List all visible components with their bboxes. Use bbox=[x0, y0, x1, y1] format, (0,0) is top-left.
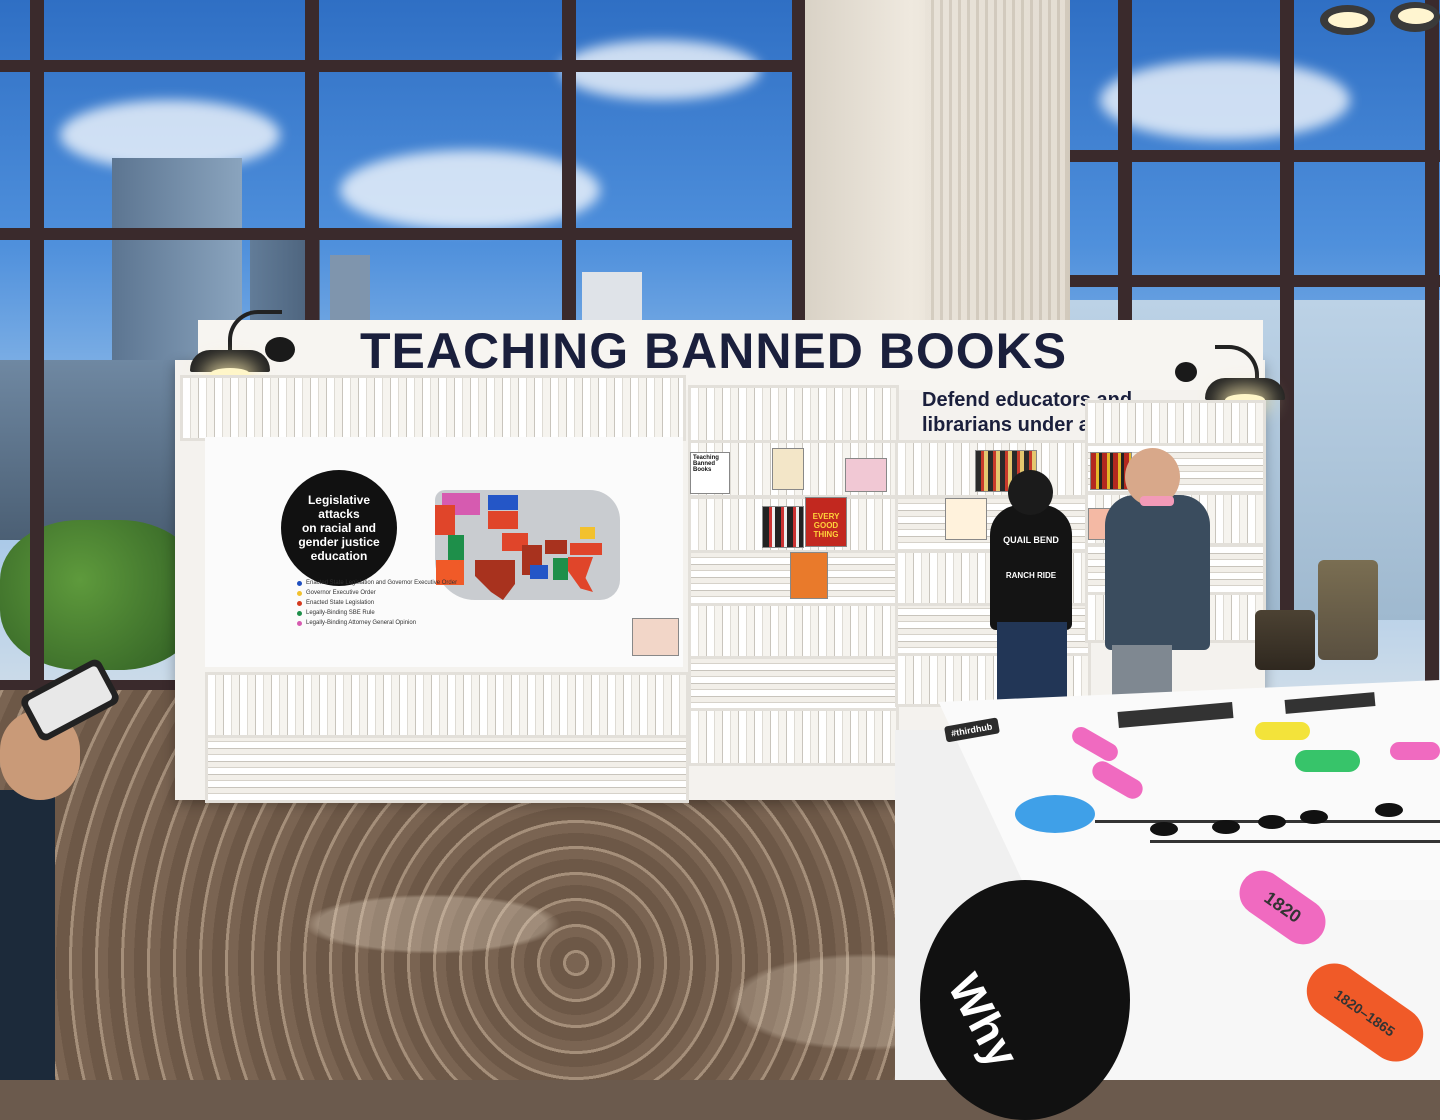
chair bbox=[1318, 560, 1378, 660]
shirt-text: RANCH RIDE bbox=[1005, 571, 1057, 580]
bookshelf-row bbox=[205, 672, 689, 740]
legend-label: Enacted State Legislation bbox=[306, 600, 375, 606]
foreground-sleeve bbox=[0, 790, 55, 1080]
book-spines bbox=[762, 506, 804, 548]
bookshelf-row bbox=[688, 385, 899, 443]
timeline-pill bbox=[1295, 750, 1360, 772]
legend-item: Enacted State Legislation bbox=[297, 600, 477, 606]
cloud bbox=[340, 150, 600, 230]
shelf-label-text: Teaching Banned Books bbox=[693, 455, 719, 473]
badge-text: education bbox=[310, 549, 368, 563]
timeline-bubble bbox=[1015, 795, 1095, 833]
legend-dot bbox=[297, 600, 302, 606]
window-frame bbox=[1425, 0, 1439, 700]
timeline-year: 1820 bbox=[1260, 887, 1305, 927]
book-cover bbox=[772, 448, 804, 490]
legend-item: Legally-Binding Attorney General Opinion bbox=[297, 620, 477, 626]
window-frame bbox=[0, 228, 810, 240]
legend-label: Legally-Binding Attorney General Opinion bbox=[306, 620, 417, 626]
state-blue bbox=[488, 495, 518, 510]
state-yellow bbox=[580, 527, 595, 539]
book-cover bbox=[632, 618, 679, 656]
legend-label: Governor Executive Order bbox=[306, 590, 376, 596]
legend-label: Legally-Binding SBE Rule bbox=[306, 610, 375, 616]
shirt-text: QUAIL BEND bbox=[1003, 535, 1059, 545]
state-red bbox=[435, 505, 455, 535]
person-woman-head bbox=[1008, 470, 1053, 515]
cloud bbox=[1100, 60, 1350, 140]
state-red bbox=[488, 511, 518, 529]
window-frame bbox=[30, 0, 44, 690]
state-green bbox=[448, 535, 464, 560]
timeline-node bbox=[1375, 803, 1403, 817]
ceiling-light bbox=[1320, 0, 1440, 40]
exhibit-title: TEACHING BANNED BOOKS bbox=[360, 323, 1068, 379]
legend-dot bbox=[297, 620, 302, 626]
bookshelf-row bbox=[205, 735, 689, 803]
legend-item: Legally-Binding SBE Rule bbox=[297, 610, 477, 616]
window-frame bbox=[1070, 150, 1440, 162]
person-man-shirt bbox=[1105, 495, 1210, 650]
badge-text: on racial and bbox=[301, 521, 376, 535]
bookshelf-row bbox=[688, 708, 899, 766]
lanyard bbox=[1140, 496, 1174, 506]
window-frame bbox=[1070, 275, 1440, 287]
timeline-node bbox=[1150, 822, 1178, 836]
book-cover: EVERY GOOD THING bbox=[805, 497, 847, 547]
timeline-line bbox=[1150, 840, 1440, 843]
legend-dot bbox=[297, 610, 302, 616]
bookshelf-row bbox=[688, 603, 899, 659]
bookshelf-row bbox=[180, 375, 686, 441]
timeline-node bbox=[1258, 815, 1286, 829]
window-frame bbox=[1280, 0, 1294, 620]
chair bbox=[1255, 610, 1315, 670]
window-frame bbox=[305, 0, 319, 360]
timeline-pill bbox=[1390, 742, 1440, 760]
book-cover-title: EVERY GOOD THING bbox=[812, 512, 840, 539]
column-texture bbox=[925, 0, 1065, 360]
window-frame bbox=[562, 0, 576, 360]
badge-text: Legislative bbox=[307, 493, 370, 507]
state-blue bbox=[530, 565, 548, 579]
legislative-badge: Legislative attacks on racial and gender… bbox=[281, 470, 397, 586]
badge-text: gender justice bbox=[298, 535, 380, 549]
legend-label: Enacted State Legislation and Governor E… bbox=[306, 580, 458, 586]
bookshelf-row bbox=[688, 656, 899, 712]
legend-item: Governor Executive Order bbox=[297, 590, 477, 596]
timeline-node bbox=[1300, 810, 1328, 824]
window-frame bbox=[792, 0, 806, 360]
state-green bbox=[553, 558, 568, 580]
window-frame bbox=[0, 60, 810, 72]
map-legend: Enacted State Legislation and Governor E… bbox=[297, 580, 477, 626]
book-cover bbox=[790, 552, 828, 599]
person-woman-shirt: QUAIL BEND RANCH RIDE bbox=[990, 505, 1072, 630]
bookshelf-row bbox=[1085, 400, 1266, 446]
lamp-mount bbox=[265, 337, 295, 362]
legend-dot bbox=[297, 580, 302, 586]
timeline-node bbox=[1212, 820, 1240, 834]
timeline-pill bbox=[1255, 722, 1310, 740]
lamp-mount bbox=[1175, 362, 1197, 382]
book-cover bbox=[845, 458, 887, 492]
shelf-label-card: Teaching Banned Books bbox=[690, 452, 730, 494]
state-dark-red bbox=[545, 540, 567, 554]
legend-dot bbox=[297, 590, 302, 596]
badge-text: attacks bbox=[318, 507, 360, 521]
legend-item: Enacted State Legislation and Governor E… bbox=[297, 580, 477, 586]
book-cover bbox=[945, 498, 987, 540]
state-red bbox=[570, 543, 602, 555]
